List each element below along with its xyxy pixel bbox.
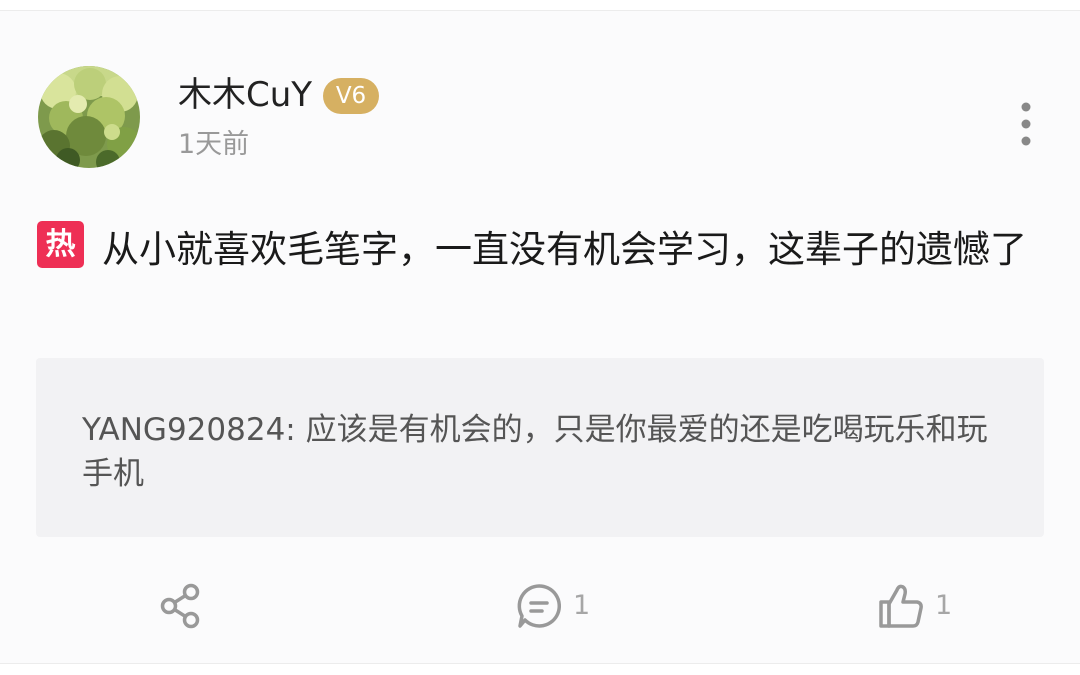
comment-icon bbox=[517, 584, 562, 628]
vip-badge: V6 bbox=[323, 78, 379, 114]
share-button[interactable] bbox=[158, 581, 204, 631]
hot-tag: 热 bbox=[37, 221, 84, 268]
comment-count: 1 bbox=[573, 590, 591, 621]
timestamp: 1天前 bbox=[178, 129, 250, 160]
thumbs-up-icon bbox=[879, 584, 923, 628]
post-content[interactable]: 从小就喜欢毛笔字，一直没有机会学习，这辈子的遗憾了 bbox=[102, 225, 1032, 275]
reply-text: YANG920824: 应该是有机会的，只是你最爱的还是吃喝玩乐和玩手机 bbox=[82, 412, 988, 492]
share-icon bbox=[160, 583, 200, 629]
more-options-button[interactable] bbox=[1010, 101, 1042, 147]
username[interactable]: 木木CuY bbox=[178, 75, 312, 115]
like-button[interactable]: 1 bbox=[877, 581, 952, 631]
avatar-image bbox=[38, 66, 140, 168]
reply-box[interactable]: YANG920824: 应该是有机会的，只是你最爱的还是吃喝玩乐和玩手机 bbox=[36, 358, 1044, 537]
comment-button[interactable]: 1 bbox=[515, 581, 590, 631]
more-vertical-icon bbox=[1021, 102, 1031, 146]
like-count: 1 bbox=[935, 590, 953, 621]
post-card[interactable]: 木木CuY V6 1天前 热 从小就喜欢毛笔字，一直没有机会学习，这辈子的遗憾了… bbox=[0, 10, 1080, 664]
avatar[interactable] bbox=[38, 66, 140, 168]
